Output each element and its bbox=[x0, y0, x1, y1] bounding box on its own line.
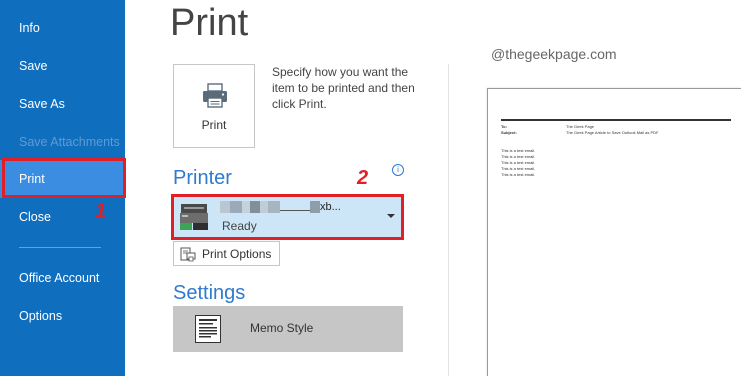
sidebar-item-options[interactable]: Options bbox=[0, 297, 125, 335]
memo-style-label: Memo Style bbox=[250, 321, 314, 335]
info-icon[interactable]: i bbox=[392, 164, 404, 176]
printer-section-title: Printer bbox=[173, 167, 232, 189]
sidebar-item-office-account[interactable]: Office Account bbox=[0, 259, 125, 297]
annotation-box-print bbox=[2, 158, 126, 198]
panel-divider bbox=[448, 64, 449, 376]
printer-icon bbox=[203, 83, 227, 108]
memo-style-dropdown[interactable]: Memo Style bbox=[173, 306, 403, 352]
sidebar-item-save-attachments: Save Attachments bbox=[19, 135, 120, 149]
preview-body-line: This is a test email. bbox=[501, 166, 536, 171]
annotation-box-printer bbox=[171, 194, 404, 240]
print-description: Specify how you want the item to be prin… bbox=[272, 65, 415, 111]
watermark-text: @thegeekpage.com bbox=[491, 46, 617, 62]
annotation-step-1: 1 bbox=[95, 200, 107, 222]
preview-to-label: To: bbox=[501, 124, 507, 129]
print-options-icon bbox=[180, 247, 196, 262]
preview-subject-value: The Geek Page Article to Save Outlook Ma… bbox=[566, 130, 659, 135]
preview-to-value: The Geek Page bbox=[566, 124, 595, 129]
preview-body-line: This is a test email. bbox=[501, 172, 536, 177]
preview-body-line: This is a test email. bbox=[501, 160, 536, 165]
preview-body-line: This is a test email. bbox=[501, 148, 536, 153]
preview-header-rule bbox=[501, 119, 731, 121]
print-button-label: Print bbox=[201, 118, 227, 132]
print-button[interactable]: Print bbox=[173, 64, 255, 148]
annotation-step-2: 2 bbox=[357, 167, 369, 189]
settings-section-title: Settings bbox=[173, 282, 246, 304]
print-preview-page: To: The Geek Page Subject: The Geek Page… bbox=[487, 88, 741, 376]
preview-body-line: This is a test email. bbox=[501, 154, 536, 159]
print-options-button[interactable]: Print Options bbox=[173, 241, 280, 266]
preview-subject-label: Subject: bbox=[501, 130, 517, 135]
sidebar-item-save[interactable]: Save bbox=[0, 47, 125, 85]
memo-style-icon bbox=[195, 315, 221, 343]
sidebar-item-info[interactable]: Info bbox=[0, 9, 125, 47]
sidebar-divider bbox=[19, 247, 101, 248]
sidebar-item-close[interactable]: Close bbox=[0, 198, 125, 236]
sidebar-item-save-as[interactable]: Save As bbox=[0, 85, 125, 123]
page-title: Print bbox=[170, 2, 249, 44]
print-options-label: Print Options bbox=[202, 247, 272, 261]
